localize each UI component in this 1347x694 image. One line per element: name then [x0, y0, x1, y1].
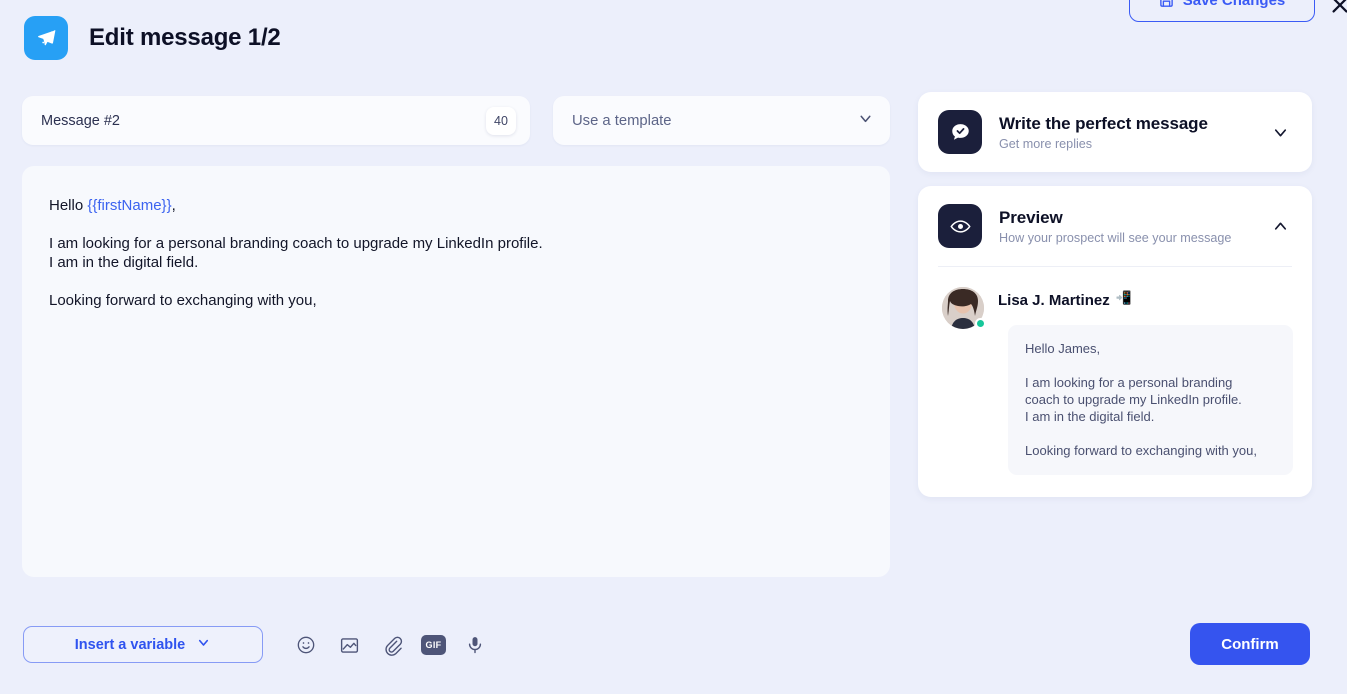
editor-tool-icons: GIF	[292, 631, 489, 659]
greeting-prefix: Hello	[49, 197, 88, 214]
attachment-icon[interactable]	[378, 631, 406, 659]
write-perfect-message-subtitle: Get more replies	[999, 136, 1093, 151]
preview-message-bubble: Hello James, I am looking for a personal…	[1008, 325, 1293, 475]
online-status-dot	[975, 318, 986, 329]
write-perfect-message-title: Write the perfect message	[999, 113, 1208, 133]
mobile-phone-emoji: 📲	[1115, 290, 1132, 305]
close-button[interactable]	[1325, 0, 1347, 20]
first-name-variable[interactable]: {{firstName}}	[87, 197, 171, 214]
preview-greeting: Hello James,	[1025, 341, 1101, 356]
preview-card-title: Preview	[999, 207, 1063, 227]
microphone-icon[interactable]	[461, 631, 489, 659]
emoji-icon[interactable]	[292, 631, 320, 659]
send-plane-icon	[24, 16, 68, 60]
eye-icon	[938, 204, 982, 248]
chat-check-icon	[938, 110, 982, 154]
prospect-name-text: Lisa J. Martinez	[998, 291, 1110, 309]
image-icon[interactable]	[335, 631, 363, 659]
preview-card-header[interactable]: Preview How your prospect will see your …	[918, 186, 1312, 266]
editor-greeting-line: Hello {{firstName}},	[49, 196, 862, 215]
save-changes-label: Save Changes	[1182, 0, 1286, 9]
chevron-down-icon	[857, 110, 874, 132]
chevron-down-icon	[196, 635, 211, 654]
confirm-button[interactable]: Confirm	[1190, 623, 1310, 665]
page-header: Edit message 1/2	[24, 16, 281, 60]
preview-body-line-1: I am looking for a personal branding	[1025, 375, 1233, 390]
insert-variable-button[interactable]: Insert a variable	[23, 626, 263, 663]
preview-body-line-2: coach to upgrade my LinkedIn profile.	[1025, 392, 1242, 407]
chevron-up-icon[interactable]	[1271, 217, 1290, 236]
editor-body-line-2: I am in the digital field.	[49, 254, 199, 271]
editor-closing-line: Looking forward to exchanging with you,	[49, 292, 317, 309]
avatar	[942, 287, 986, 329]
insert-variable-label: Insert a variable	[74, 636, 186, 653]
template-select[interactable]: Use a template	[553, 96, 890, 145]
preview-card: Preview How your prospect will see your …	[918, 186, 1312, 497]
save-disk-icon	[1159, 0, 1174, 8]
greeting-suffix: ,	[171, 197, 176, 214]
editor-body-line-1: I am looking for a personal branding coa…	[49, 235, 543, 252]
prospect-name: Lisa J. Martinez 📲	[998, 289, 1293, 311]
page-title: Edit message 1/2	[89, 24, 281, 51]
preview-card-subtitle: How your prospect will see your message	[999, 230, 1232, 245]
write-perfect-message-header[interactable]: Write the perfect message Get more repli…	[918, 92, 1312, 172]
save-changes-button[interactable]: Save Changes	[1129, 0, 1315, 22]
message-name-field[interactable]: 40	[22, 96, 530, 145]
template-select-value: Use a template	[572, 112, 672, 129]
message-name-char-count: 40	[486, 106, 516, 135]
preview-body: Lisa J. Martinez 📲 Hello James, I am loo…	[918, 267, 1312, 497]
message-editor[interactable]: Hello {{firstName}}, I am looking for a …	[22, 166, 890, 577]
preview-body-line-3: I am in the digital field.	[1025, 409, 1155, 424]
write-perfect-message-card[interactable]: Write the perfect message Get more repli…	[918, 92, 1312, 172]
preview-closing: Looking forward to exchanging with you,	[1025, 443, 1257, 458]
chevron-down-icon[interactable]	[1271, 123, 1290, 142]
gif-icon[interactable]: GIF	[421, 635, 446, 655]
message-name-input[interactable]	[41, 112, 486, 129]
